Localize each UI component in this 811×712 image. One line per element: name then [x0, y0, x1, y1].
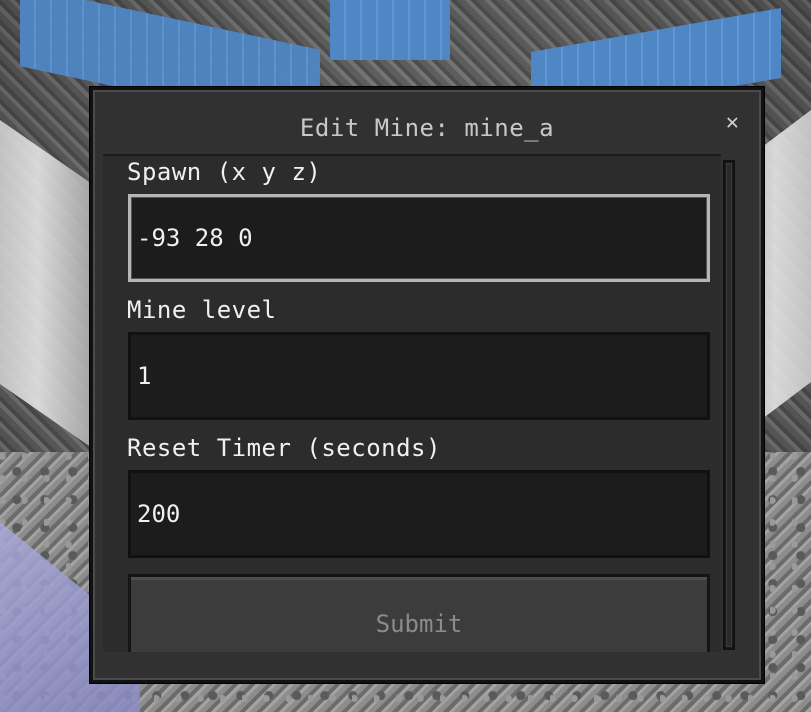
quartz-pillar-left: [0, 120, 95, 450]
scrollbar-thumb[interactable]: [726, 163, 732, 647]
dialog-header: Edit Mine: mine_a ✕: [93, 90, 761, 154]
mine-level-input-value: 1: [137, 362, 152, 390]
reset-timer-input[interactable]: 200: [128, 470, 710, 558]
mine-level-label: Mine level: [127, 296, 277, 324]
form-content: Spawn (x y z) -93 28 0 Mine level 1 Rese…: [103, 154, 721, 652]
spawn-input[interactable]: -93 28 0: [128, 194, 710, 282]
spawn-input-value: -93 28 0: [137, 224, 253, 252]
reset-timer-input-value: 200: [137, 500, 181, 528]
submit-button-label: Submit: [375, 610, 463, 638]
dialog-title: Edit Mine: mine_a: [299, 114, 555, 142]
sky-window-top: [330, 0, 450, 60]
close-icon[interactable]: ✕: [726, 112, 739, 134]
edit-mine-dialog: Edit Mine: mine_a ✕ Spawn (x y z) -93 28…: [90, 87, 764, 683]
spawn-label: Spawn (x y z): [127, 158, 322, 186]
reset-timer-label: Reset Timer (seconds): [127, 434, 441, 462]
game-background: Edit Mine: mine_a ✕ Spawn (x y z) -93 28…: [0, 0, 811, 712]
submit-button[interactable]: Submit: [128, 574, 710, 652]
scrollbar[interactable]: [723, 160, 735, 650]
mine-level-input[interactable]: 1: [128, 332, 710, 420]
